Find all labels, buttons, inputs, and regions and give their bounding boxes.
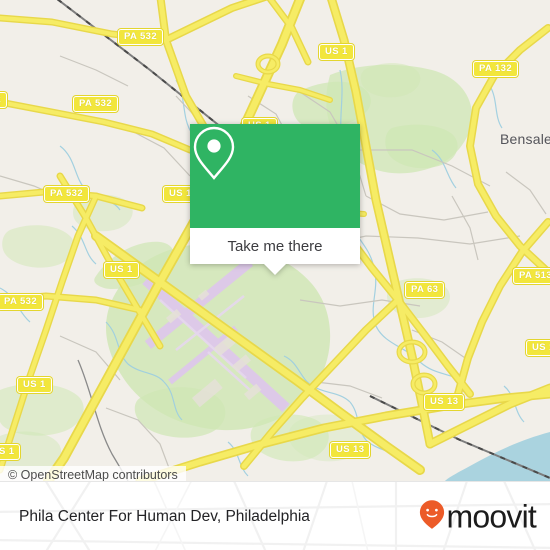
road-shield-us-1-top: US 1	[319, 44, 354, 60]
road-shield-pa-532-edge: 532	[0, 92, 8, 108]
road-shield-pa-513: PA 513	[513, 268, 550, 284]
popup-icon-area	[190, 124, 360, 228]
road-shield-us-13-bottom: US 13	[330, 442, 371, 458]
road-shield-pa-132: PA 132	[473, 61, 519, 77]
road-shield-us-1-lower: US 1	[17, 377, 52, 393]
road-shield-pa-532-mid: PA 532	[44, 186, 90, 202]
moovit-logo[interactable]: moovit	[419, 498, 537, 535]
footer-bar: Phila Center For Human Dev, Philadelphia…	[0, 481, 550, 550]
road-shield-pa-63: PA 63	[405, 282, 445, 298]
map-canvas[interactable]: Bensalem PA 532 PA 532 PA 532 PA 532 532…	[0, 0, 550, 481]
location-popup[interactable]: Take me there	[190, 124, 360, 275]
popup-tail	[264, 264, 286, 275]
moovit-wordmark: moovit	[446, 498, 537, 535]
moovit-smiley-pin-icon	[419, 499, 445, 534]
page-title: Phila Center For Human Dev, Philadelphia	[19, 507, 310, 525]
road-shield-us-1-edge: S 1	[0, 444, 21, 460]
map-attribution[interactable]: © OpenStreetMap contributors	[0, 466, 186, 481]
road-shield-pa-532-left: PA 532	[0, 294, 44, 310]
place-label-bensalem: Bensalem	[500, 131, 550, 147]
road-shield-us-13-mid: US 13	[424, 394, 465, 410]
road-shield-pa-532-upper: PA 532	[73, 96, 119, 112]
road-shield-pa-532-north: PA 532	[118, 29, 164, 45]
moovit-map-screenshot: Bensalem PA 532 PA 532 PA 532 PA 532 532…	[0, 0, 550, 550]
road-shield-us-13-right: US 13	[526, 340, 550, 356]
take-me-there-button[interactable]: Take me there	[190, 228, 360, 264]
road-shield-us-1-airport: US 1	[104, 262, 139, 278]
